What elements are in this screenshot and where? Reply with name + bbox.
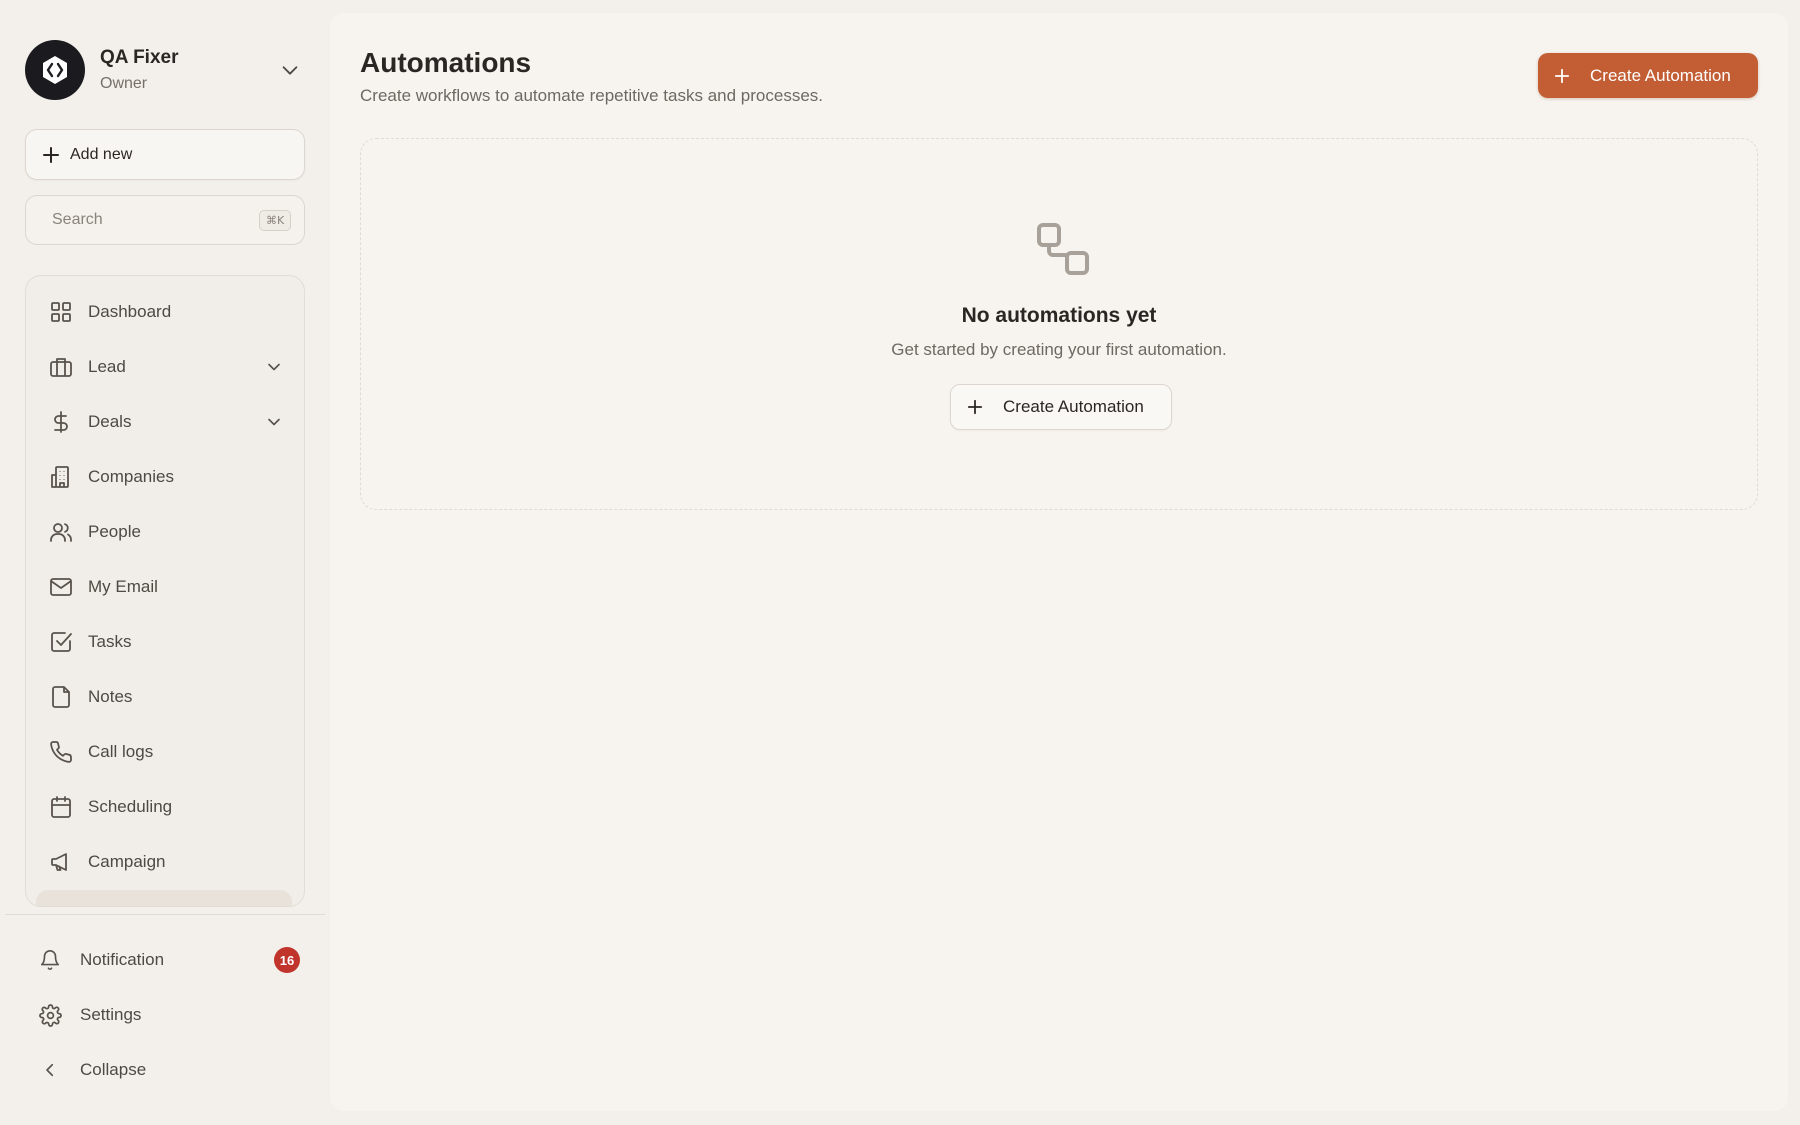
sidebar-item-label: Campaign [88, 852, 166, 871]
sidebar-item-label: Tasks [88, 632, 132, 651]
sidebar-item-lead[interactable]: Lead [48, 346, 284, 388]
shortcut-hint: ⌘K [259, 209, 292, 231]
gear-icon [38, 1003, 62, 1027]
search-input[interactable] [52, 211, 259, 229]
sidebar-item-scheduling[interactable]: Scheduling [48, 786, 284, 828]
add-new-button[interactable]: Add new [25, 129, 305, 180]
empty-state: No automations yet Get started by creati… [360, 138, 1758, 510]
settings-button[interactable]: Settings [38, 994, 300, 1036]
sidebar-item-call-logs[interactable]: Call logs [48, 731, 284, 773]
search-box[interactable]: ⌘K [25, 195, 305, 245]
workspace-switcher[interactable]: QA Fixer Owner [25, 38, 305, 102]
empty-state-subtitle: Get started by creating your first autom… [891, 340, 1227, 359]
chevron-down-icon [268, 418, 280, 426]
briefcase-icon [48, 354, 74, 380]
dollar-icon [48, 409, 74, 435]
settings-label: Settings [80, 1005, 142, 1024]
sidebar-item-campaign[interactable]: Campaign [48, 841, 284, 883]
sidebar-item-next-partial[interactable] [36, 890, 292, 906]
empty-state-title: No automations yet [961, 304, 1157, 327]
plus-icon [1554, 68, 1570, 83]
sidebar-item-tasks[interactable]: Tasks [48, 621, 284, 663]
sidebar-item-notes[interactable]: Notes [48, 676, 284, 718]
plus-icon [967, 399, 983, 415]
chevron-down-icon [268, 363, 280, 371]
sidebar-item-label: Dashboard [88, 302, 172, 321]
megaphone-icon [48, 849, 74, 875]
add-new-label: Add new [70, 145, 133, 163]
collapse-button[interactable]: Collapse [38, 1049, 300, 1091]
sidebar-item-label: Scheduling [88, 797, 173, 816]
sidebar-item-label: Companies [88, 467, 174, 486]
workflow-icon [1037, 223, 1089, 275]
sidebar: QA Fixer Owner Add new ⌘K [0, 0, 330, 1125]
page-subtitle: Create workflows to automate repetitive … [360, 86, 823, 105]
sidebar-item-my-email[interactable]: My Email [48, 566, 284, 608]
sidebar-item-companies[interactable]: Companies [48, 456, 284, 498]
create-automation-label: Create Automation [1590, 65, 1731, 85]
calendar-icon [48, 794, 74, 820]
hexagon-logo-icon [43, 56, 67, 84]
note-icon [48, 684, 74, 710]
bell-icon [38, 948, 62, 972]
mail-icon [48, 574, 74, 600]
workspace-name: QA Fixer [100, 46, 179, 68]
chevron-left-icon [38, 1058, 62, 1082]
app: QA Fixer Owner Add new ⌘K [0, 0, 1800, 1125]
sidebar-item-label: My Email [88, 577, 158, 596]
notification-label: Notification [80, 950, 165, 969]
sidebar-item-label: Call logs [88, 742, 154, 761]
sidebar-item-label: Deals [88, 412, 132, 431]
sidebar-item-label: Notes [88, 687, 133, 706]
empty-create-automation-label: Create Automation [1003, 397, 1144, 416]
sidebar-divider [5, 914, 325, 915]
notification-count-badge: 16 [274, 947, 300, 973]
page-title: Automations [360, 47, 532, 78]
sidebar-item-deals[interactable]: Deals [48, 401, 284, 443]
empty-create-automation-button[interactable]: Create Automation [950, 384, 1172, 430]
building-icon [48, 464, 74, 490]
sidebar-item-people[interactable]: People [48, 511, 284, 553]
sidebar-item-dashboard[interactable]: Dashboard [48, 291, 284, 333]
workspace-role: Owner [100, 74, 148, 92]
main-content: Automations Create workflows to automate… [330, 13, 1788, 1111]
notification-button[interactable]: Notification 16 [38, 939, 300, 981]
grid-icon [48, 299, 74, 325]
plus-icon [43, 146, 59, 163]
phone-icon [48, 739, 74, 765]
sidebar-item-label: Lead [88, 357, 126, 376]
create-automation-button[interactable]: Create Automation [1538, 53, 1758, 98]
users-icon [48, 519, 74, 545]
collapse-label: Collapse [80, 1060, 147, 1079]
checkbox-icon [48, 629, 74, 655]
sidebar-item-label: People [88, 522, 141, 541]
nav-panel: Dashboard Lead Deals Companies People My… [25, 275, 305, 907]
workspace-logo [25, 40, 85, 100]
chevron-down-icon [282, 66, 298, 75]
